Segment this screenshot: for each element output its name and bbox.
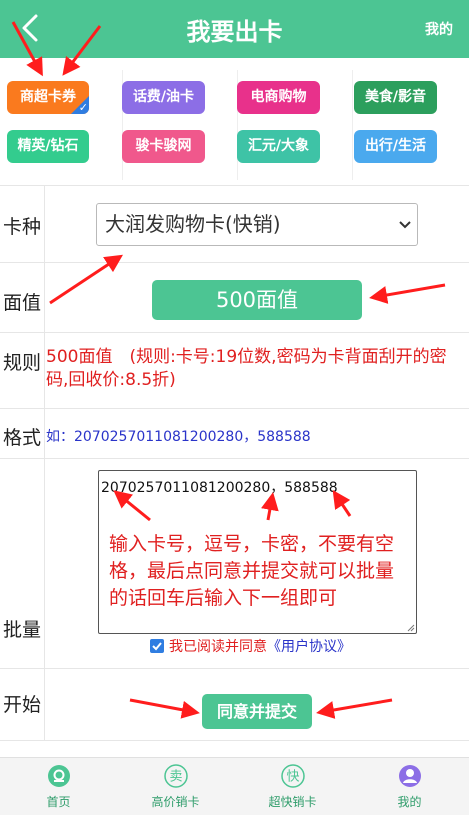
category-travel-life[interactable]: 出行/生活 — [354, 130, 437, 163]
divider — [0, 262, 469, 263]
category-label: 商超卡券 — [20, 89, 76, 105]
chevron-down-icon — [399, 221, 411, 229]
tab-label: 首页 — [46, 795, 71, 809]
card-type-select[interactable]: 大润发购物卡(快销) — [96, 203, 418, 246]
tab-label: 高价销卡 — [151, 795, 200, 809]
format-label: 格式 — [3, 427, 42, 449]
user-icon — [399, 765, 421, 787]
annotation-arrow — [49, 254, 124, 305]
sell-icon-glyph: 卖 — [169, 770, 182, 785]
category-food-media[interactable]: 美食/影音 — [354, 81, 437, 114]
category-label: 电商购物 — [250, 89, 307, 105]
card-type-value: 大润发购物卡(快销) — [105, 212, 281, 236]
divider — [0, 185, 469, 186]
agree-submit-button[interactable]: 同意并提交 — [202, 694, 312, 729]
divider — [0, 740, 469, 741]
tab-home[interactable]: 首页 — [0, 758, 117, 815]
divider — [352, 70, 353, 180]
divider — [0, 668, 469, 669]
agree-text: 我已阅读并同意 — [169, 639, 267, 655]
category-label: 精英/钻石 — [17, 138, 79, 154]
batch-label: 批量 — [3, 619, 42, 641]
category-label: 美食/影音 — [364, 89, 427, 105]
batch-input[interactable]: 2070257011081200280，588588 输入卡号，逗号，卡密，不要… — [98, 470, 417, 634]
user-agreement-link[interactable]: 《用户协议》 — [267, 639, 351, 655]
category-junka[interactable]: 骏卡骏网 — [122, 130, 205, 163]
category-label: 出行/生活 — [364, 138, 427, 154]
category-ecommerce[interactable]: 电商购物 — [237, 81, 320, 114]
category-shangchao[interactable]: 商超卡券 ✓ — [7, 81, 89, 114]
batch-instruction-annotation: 输入卡号，逗号，卡密，不要有空格，最后点同意并提交就可以批量的话回车后输入下一组… — [109, 533, 395, 609]
agree-checkbox[interactable] — [150, 639, 164, 653]
annotation-arrow — [369, 283, 446, 304]
rule-label: 规则 — [3, 352, 42, 374]
category-huiyuan-daxiang[interactable]: 汇元/大象 — [237, 130, 320, 163]
card-type-label: 卡种 — [3, 216, 42, 238]
divider — [0, 332, 469, 333]
category-elite-diamond[interactable]: 精英/钻石 — [7, 130, 89, 163]
home-icon — [48, 765, 70, 787]
annotation-arrow — [129, 698, 200, 719]
divider — [44, 185, 45, 741]
fast-icon-glyph: 快 — [286, 770, 299, 785]
divider — [0, 408, 469, 409]
annotation-arrow — [316, 698, 393, 719]
page-title: 我要出卡 — [186, 18, 283, 46]
category-phone-fuel[interactable]: 话费/油卡 — [122, 81, 205, 114]
format-example: 如：207025701108120028​0，588588 — [46, 429, 311, 445]
start-label: 开始 — [3, 694, 42, 716]
category-label: 汇元/大象 — [247, 138, 310, 154]
tab-fast-sell[interactable]: 快 超快销卡 — [234, 758, 351, 815]
fast-icon: 快 — [281, 764, 305, 788]
agreement-row: 我已阅读并同意《用户协议》 — [150, 638, 351, 656]
divider — [0, 458, 469, 459]
tab-mine[interactable]: 我的 — [351, 758, 468, 815]
sell-icon: 卖 — [164, 764, 188, 788]
tab-sell-high-price[interactable]: 卖 高价销卡 — [117, 758, 234, 815]
face-value-label: 面值 — [3, 292, 42, 314]
header-bar: 我要出卡 我的 — [0, 0, 469, 58]
resize-handle-icon[interactable] — [407, 624, 415, 632]
category-label: 话费/油卡 — [132, 89, 195, 105]
tab-label: 超快销卡 — [268, 795, 317, 809]
checkmark-icon — [152, 642, 162, 651]
header-my-link[interactable]: 我的 — [425, 19, 453, 39]
bottom-tab-bar: 首页 卖 高价销卡 快 超快销卡 我的 — [0, 757, 469, 815]
rule-text: 500面值 (规则:卡号:19位数,密码为卡背面刮开的密码,回收价:8.5折) — [46, 347, 447, 390]
face-value-button[interactable]: 500面值 — [152, 280, 362, 320]
batch-input-value: 2070257011081200280，588588 — [101, 480, 338, 496]
tab-label: 我的 — [397, 795, 422, 809]
category-label: 骏卡骏网 — [135, 138, 192, 154]
